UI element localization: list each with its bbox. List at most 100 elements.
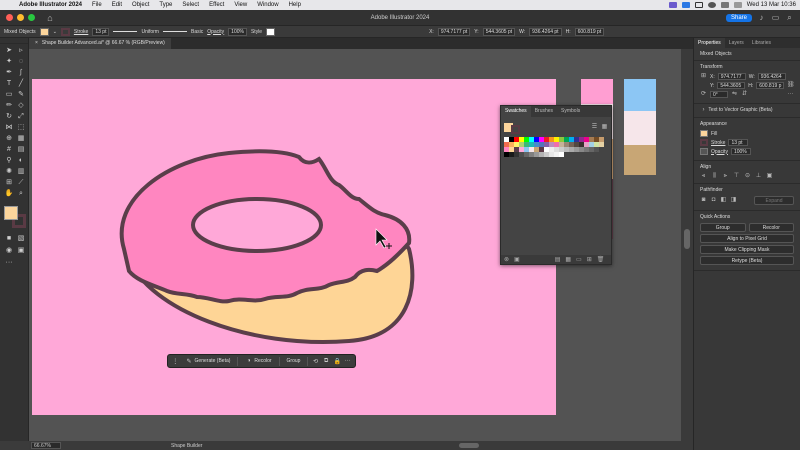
battery-icon[interactable]	[694, 2, 703, 8]
constrain-proportions-icon[interactable]: ⛓	[787, 82, 795, 89]
line-tool-icon[interactable]: ╱	[16, 79, 26, 89]
stroke-swatch[interactable]	[60, 27, 70, 36]
menu-view[interactable]: View	[229, 2, 252, 8]
make-clipping-mask-button[interactable]: Make Clipping Mask	[700, 245, 794, 254]
menu-effect[interactable]: Effect	[204, 2, 229, 8]
w-field[interactable]: 936.4264 pt	[529, 27, 562, 36]
delete-swatch-icon[interactable]: 🗑	[597, 256, 605, 263]
symbol-sprayer-icon[interactable]: ✺	[4, 167, 14, 177]
canvas-area[interactable]: Swatches Brushes Symbols ☰ ▦ ⊗ ▣ ▤ ▦ ▭ ⊞…	[29, 49, 681, 441]
list-view-icon[interactable]: ☰	[591, 124, 598, 131]
gradient-tool-icon[interactable]: ▤	[16, 145, 26, 155]
hand-tool-icon[interactable]: ✋	[4, 189, 14, 199]
pencil-icon[interactable]: ✏	[4, 101, 14, 111]
drag-handle-icon[interactable]: ⋮	[172, 358, 179, 365]
align-left-icon[interactable]: ⫷	[700, 173, 707, 180]
align-center-v-icon[interactable]: ⊝	[744, 173, 751, 180]
group-button[interactable]: Group	[700, 223, 746, 232]
artboard-tool-icon[interactable]: ⊞	[4, 178, 14, 188]
align-bottom-icon[interactable]: ⊥	[755, 173, 762, 180]
stroke-weight-field[interactable]: 13 pt	[92, 27, 110, 36]
opacity-field[interactable]: 100%	[228, 27, 247, 36]
transform-h-field[interactable]: 600.819 p	[756, 82, 784, 89]
draw-mode-icon[interactable]: ◉	[4, 246, 14, 256]
new-swatch-icon[interactable]: ⊞	[587, 256, 592, 263]
eyedropper-icon[interactable]: ⚲	[4, 156, 14, 166]
tab-symbols[interactable]: Symbols	[557, 106, 584, 117]
tab-swatches[interactable]: Swatches	[501, 106, 531, 117]
menu-file[interactable]: File	[87, 2, 107, 8]
gradient-mode-icon[interactable]: ▧	[16, 234, 26, 244]
more-options-icon[interactable]: ···	[344, 358, 351, 364]
chevron-down-icon[interactable]: ⌄	[53, 29, 57, 35]
lock-icon[interactable]: 🔒	[333, 358, 340, 365]
tab-libraries[interactable]: Libraries	[748, 38, 775, 48]
current-stroke-swatch[interactable]	[511, 125, 520, 134]
fill-color-box[interactable]	[4, 206, 18, 220]
app-status-icon[interactable]	[681, 2, 690, 8]
pen-tool-icon[interactable]: ✒	[4, 68, 14, 78]
fill-swatch[interactable]	[39, 27, 49, 36]
exclude-icon[interactable]: ◨	[730, 197, 737, 204]
width-tool-icon[interactable]: ⋈	[4, 123, 14, 133]
vertical-scrollbar[interactable]	[681, 49, 693, 441]
new-color-group-icon[interactable]: ▭	[576, 256, 582, 263]
blend-tool-icon[interactable]: ◐	[16, 156, 26, 166]
rectangle-tool-icon[interactable]: ▭	[4, 90, 14, 100]
more-options-icon[interactable]: ···	[787, 91, 794, 98]
transform-w-field[interactable]: 936.4264	[757, 73, 786, 80]
align-to-icon[interactable]: ▣	[766, 173, 773, 180]
align-top-icon[interactable]: ⊤	[733, 173, 740, 180]
menu-help[interactable]: Help	[284, 2, 306, 8]
rotate-angle-field[interactable]: 0°	[710, 91, 728, 98]
control-center-icon[interactable]	[733, 2, 742, 8]
bell-icon[interactable]: ♪	[757, 13, 766, 22]
opacity-field[interactable]: 100%	[730, 148, 751, 155]
retype-beta-button[interactable]: Retype (Beta)	[700, 256, 794, 265]
document-tab[interactable]: × Shape Builder Advanced.ai* @ 66.67 % (…	[29, 38, 171, 49]
stroke-weight-field[interactable]: 13 pt	[728, 139, 749, 146]
group-button[interactable]: Group	[284, 357, 304, 365]
text-to-vector-label[interactable]: Text to Vector Graphic (Beta)	[708, 107, 772, 113]
swatches-panel[interactable]: Swatches Brushes Symbols ☰ ▦ ⊗ ▣ ▤ ▦ ▭ ⊞…	[500, 105, 612, 265]
stroke-label[interactable]: Stroke	[711, 140, 725, 146]
type-tool-icon[interactable]: T	[4, 79, 14, 89]
y-field[interactable]: 544.3605 pt	[482, 27, 516, 36]
fill-stroke-widget[interactable]	[4, 206, 26, 228]
show-kinds-icon[interactable]: ▤	[555, 256, 561, 263]
align-right-icon[interactable]: ⫸	[722, 173, 729, 180]
align-to-pixel-grid-button[interactable]: Align to Pixel Grid	[700, 234, 794, 243]
tab-properties[interactable]: Properties	[694, 38, 725, 48]
search-icon[interactable]	[720, 2, 729, 8]
minus-front-icon[interactable]: ◘	[710, 197, 717, 204]
slice-tool-icon[interactable]: ⟋	[16, 178, 26, 188]
graphic-style-swatch[interactable]	[266, 27, 276, 36]
expand-button[interactable]: Expand	[754, 196, 794, 205]
screen-record-icon[interactable]	[668, 2, 677, 8]
generate-beta-button[interactable]: ✎ Generate (Beta)	[183, 357, 234, 366]
menu-edit[interactable]: Edit	[107, 2, 127, 8]
swatch-libraries-icon[interactable]: ⊗	[504, 256, 509, 263]
shape-builder-icon[interactable]: ⊕	[4, 134, 14, 144]
curvature-tool-icon[interactable]: ∫	[16, 68, 26, 78]
tab-brushes[interactable]: Brushes	[531, 106, 557, 117]
zoom-window-icon[interactable]	[28, 14, 35, 21]
profile-label[interactable]: Uniform	[141, 29, 159, 35]
recolor-button[interactable]: ◑ Recolor	[242, 357, 274, 365]
home-icon[interactable]: ⌂	[45, 13, 55, 23]
opacity-label[interactable]: Opacity	[207, 29, 224, 35]
transform-icon[interactable]: ⟲	[312, 358, 319, 365]
brush-preview[interactable]	[162, 31, 187, 32]
grid-view-icon[interactable]: ▦	[601, 124, 608, 131]
donut-hole-shape[interactable]	[191, 197, 323, 253]
edit-toolbar-icon[interactable]: ···	[4, 258, 14, 268]
vertical-scroll-thumb[interactable]	[684, 229, 690, 249]
minimize-window-icon[interactable]	[17, 14, 24, 21]
swatch-options-icon[interactable]: ▦	[565, 256, 571, 263]
menu-type[interactable]: Type	[154, 2, 177, 8]
menu-object[interactable]: Object	[127, 2, 154, 8]
variable-width-preview[interactable]	[113, 31, 138, 32]
menu-window[interactable]: Window	[252, 2, 283, 8]
brush-label[interactable]: Basic	[191, 29, 203, 35]
paintbrush-icon[interactable]: ✎	[16, 90, 26, 100]
